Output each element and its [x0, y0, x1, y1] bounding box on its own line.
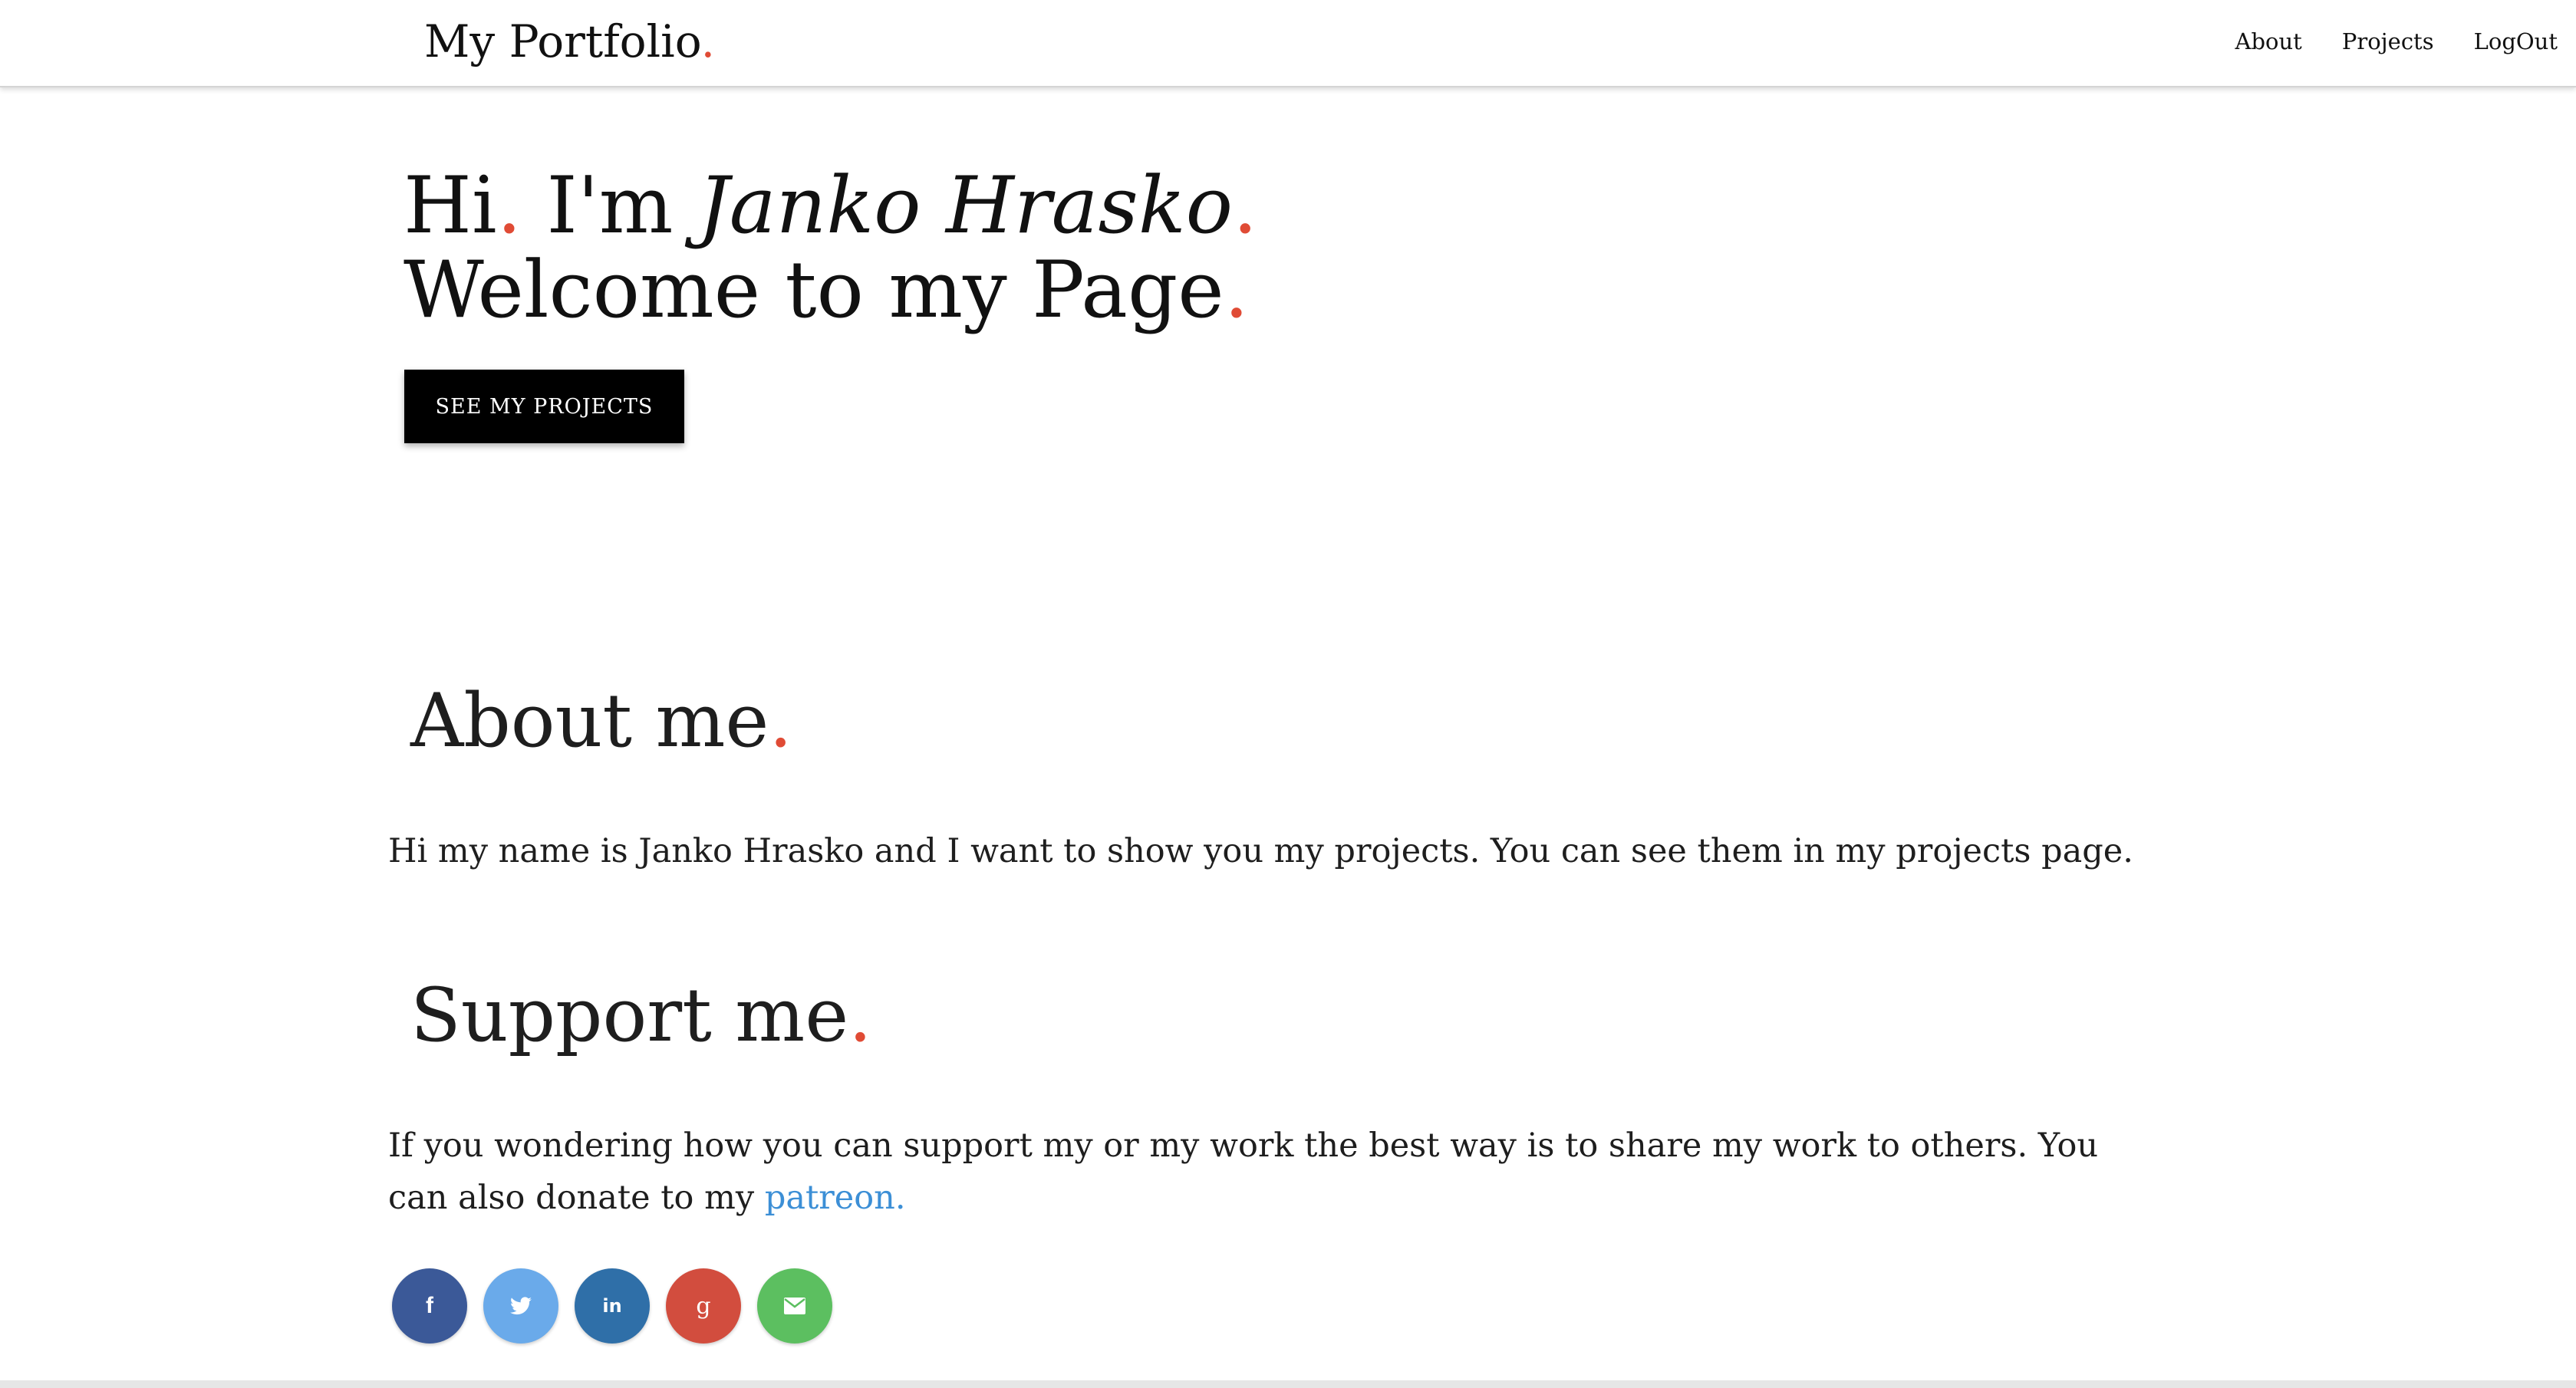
- brand-text: My Portfolio: [424, 15, 701, 67]
- about-title: About me.: [410, 679, 792, 763]
- hero-hi: Hi: [404, 160, 497, 252]
- google-plus-icon: g: [696, 1292, 711, 1320]
- brand-logo[interactable]: My Portfolio.: [424, 11, 715, 72]
- nav-link-about[interactable]: About: [2235, 28, 2302, 54]
- support-text: If you wondering how you can support my …: [388, 1120, 2168, 1224]
- hero-dot: .: [1233, 160, 1258, 252]
- about-title-dot: .: [769, 678, 792, 764]
- hero-im: I'm: [522, 160, 698, 252]
- see-projects-button[interactable]: SEE MY PROJECTS: [404, 370, 684, 443]
- nav-link-projects[interactable]: Projects: [2342, 28, 2434, 54]
- footer-edge: [0, 1380, 2576, 1388]
- support-title: Support me.: [410, 973, 872, 1057]
- facebook-share-button[interactable]: f: [392, 1268, 467, 1344]
- hero-welcome: Welcome to my Page: [404, 245, 1224, 336]
- hero-dot: .: [496, 160, 522, 252]
- nav-links: About Projects LogOut: [2235, 0, 2558, 83]
- about-title-text: About me: [410, 678, 769, 764]
- email-icon: [784, 1298, 805, 1314]
- facebook-icon: f: [426, 1293, 433, 1318]
- twitter-icon: [510, 1297, 532, 1315]
- nav-link-logout[interactable]: LogOut: [2474, 28, 2558, 54]
- email-share-button[interactable]: [757, 1268, 832, 1344]
- google-plus-share-button[interactable]: g: [666, 1268, 741, 1344]
- linkedin-icon: in: [602, 1295, 622, 1317]
- hero-name: Janko Hrasko: [697, 160, 1234, 252]
- hero-dot: .: [1224, 245, 1250, 336]
- about-text: Hi my name is Janko Hrasko and I want to…: [388, 832, 2133, 870]
- hero-title: Hi. I'm Janko Hrasko. Welcome to my Page…: [404, 164, 1257, 333]
- support-text-body: If you wondering how you can support my …: [388, 1127, 2099, 1217]
- support-title-text: Support me: [410, 972, 849, 1058]
- navbar: My Portfolio. About Projects LogOut: [0, 0, 2576, 87]
- brand-dot: .: [700, 15, 716, 67]
- twitter-share-button[interactable]: [483, 1268, 558, 1344]
- linkedin-share-button[interactable]: in: [575, 1268, 650, 1344]
- social-share-buttons: f in g: [392, 1268, 832, 1344]
- support-title-dot: .: [848, 972, 872, 1058]
- patreon-link[interactable]: patreon.: [765, 1179, 906, 1217]
